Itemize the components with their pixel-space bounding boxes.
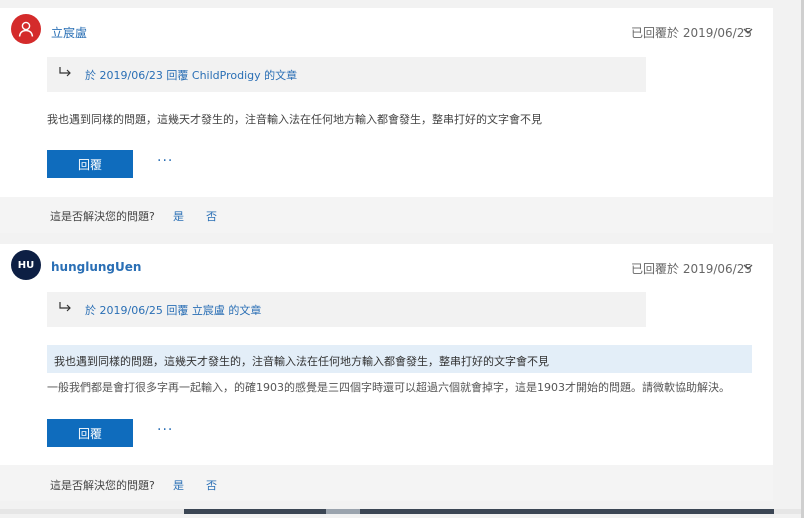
yes-link[interactable]: 是 [173, 477, 184, 493]
post-body: 我也遇到同樣的問題，這幾天才發生的，注音輸入法在任何地方輸入都會發生，整串打好的… [47, 113, 542, 126]
yes-link[interactable]: 是 [173, 208, 184, 224]
no-link[interactable]: 否 [206, 477, 217, 493]
reply-date: 已回覆於 2019/06/25 [631, 26, 752, 40]
helpful-question: 這是否解決您的問題? [50, 210, 155, 223]
chevron-down-icon[interactable] [743, 26, 753, 36]
user-icon [18, 21, 34, 37]
quoted-reply-link[interactable]: 於 2019/06/23 回覆 ChildProdigy 的文章 [85, 67, 297, 83]
quoted-reply-box[interactable]: 於 2019/06/25 回覆 立宸盧 的文章 [47, 292, 646, 327]
scrollbar-thumb[interactable] [326, 509, 360, 514]
chevron-down-icon[interactable] [743, 262, 753, 272]
reply-button[interactable]: 回覆 [47, 150, 133, 178]
post-body: 一般我們都是會打很多字再一起輸入，的確1903的感覺是三四個字時還可以超過六個就… [47, 381, 730, 394]
reply-button[interactable]: 回覆 [47, 419, 133, 447]
post-author-name[interactable]: hunglungUen [51, 260, 141, 274]
avatar[interactable]: HU [11, 250, 41, 280]
no-link[interactable]: 否 [206, 208, 217, 224]
helpful-question: 這是否解決您的問題? [50, 479, 155, 492]
reply-date: 已回覆於 2019/06/25 [631, 262, 752, 276]
quoted-reply-box[interactable]: 於 2019/06/23 回覆 ChildProdigy 的文章 [47, 57, 646, 92]
reply-arrow-icon [59, 302, 71, 312]
post-author-name[interactable]: 立宸盧 [51, 24, 87, 41]
quoted-text-highlight: 我也遇到同樣的問題，這幾天才發生的，注音輸入法在任何地方輸入都會發生，整串打好的… [47, 345, 752, 373]
reply-arrow-icon [59, 67, 71, 77]
avatar-initials: HU [17, 259, 35, 271]
more-options-icon[interactable]: ··· [157, 422, 173, 438]
scrollbar-track[interactable] [184, 509, 774, 514]
avatar[interactable] [11, 14, 41, 44]
quoted-text: 我也遇到同樣的問題，這幾天才發生的，注音輸入法在任何地方輸入都會發生，整串打好的… [54, 355, 549, 368]
more-options-icon[interactable]: ··· [157, 153, 173, 169]
quoted-reply-link[interactable]: 於 2019/06/25 回覆 立宸盧 的文章 [85, 302, 261, 318]
horizontal-scrollbar[interactable] [0, 509, 801, 514]
